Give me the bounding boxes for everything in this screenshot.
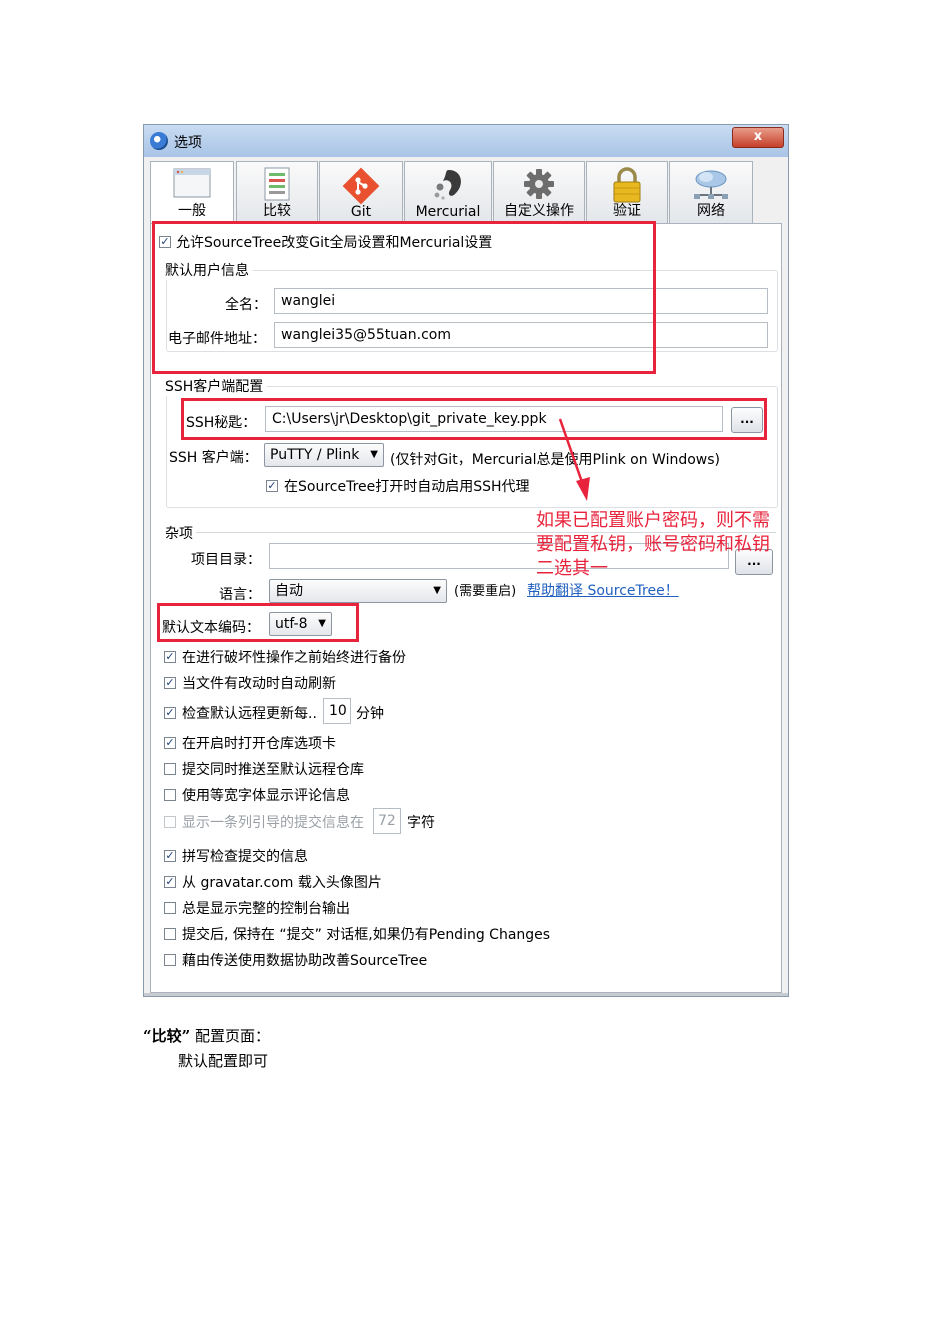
backup-checkbox[interactable]: ✓	[164, 651, 176, 663]
annotation-line-1: 如果已配置账户密码，则不需	[536, 510, 770, 531]
chevron-down-icon: ▼	[370, 449, 378, 460]
chars-suffix: 字符	[407, 815, 435, 831]
usage-data-checkbox[interactable]	[164, 954, 176, 966]
gear-icon	[524, 169, 554, 199]
full-console-checkbox[interactable]	[164, 902, 176, 914]
highlight-box-ssh-key	[181, 398, 767, 440]
tab-custom-actions-label: 自定义操作	[504, 203, 574, 219]
sourcetree-app-icon	[150, 132, 168, 150]
tab-compare-label: 比较	[263, 203, 291, 219]
open-repo-tabs-checkbox[interactable]: ✓	[164, 737, 176, 749]
mercurial-icon	[434, 170, 461, 200]
tab-network[interactable]: 网络	[669, 161, 753, 223]
annotation-line-2: 要配置私钥，账号密码和私钥	[536, 534, 770, 555]
column-guide-checkbox[interactable]	[164, 816, 176, 828]
annotation-arrow	[558, 418, 590, 501]
option-label: 从 gravatar.com 载入头像图片	[182, 875, 382, 891]
ssh-client-select[interactable]: PuTTY / Plink ▼	[264, 443, 384, 467]
git-icon	[342, 167, 380, 205]
tab-authentication-label: 验证	[613, 203, 641, 219]
ssh-client-value: PuTTY / Plink	[270, 447, 360, 463]
monospace-font-checkbox[interactable]	[164, 789, 176, 801]
gravatar-checkbox[interactable]: ✓	[164, 876, 176, 888]
ssh-agent-checkbox[interactable]: ✓	[266, 480, 278, 492]
option-label: 使用等宽字体显示评论信息	[182, 788, 350, 804]
highlight-box-user-info	[152, 221, 656, 374]
tab-general-label: 一般	[178, 203, 206, 219]
doc-note: 默认配置即可	[178, 1052, 269, 1070]
check-remote-minutes-input[interactable]: 10	[323, 698, 351, 724]
help-translate-link[interactable]: 帮助翻译 SourceTree！	[527, 580, 679, 600]
option-label: 拼写检查提交的信息	[182, 849, 308, 865]
tab-network-label: 网络	[697, 203, 725, 219]
tab-general[interactable]: 一般	[150, 161, 234, 223]
ssh-group-title: SSH客户端配置	[165, 376, 268, 396]
tab-authentication[interactable]: 验证	[586, 161, 668, 223]
ssh-client-label: SSH 客户端：	[169, 450, 258, 466]
chevron-down-icon: ▼	[433, 585, 441, 596]
doc-caption: “比较” 配置页面：	[143, 1025, 270, 1046]
misc-group-line	[196, 532, 776, 533]
check-remote-checkbox[interactable]: ✓	[164, 707, 176, 719]
option-label: 检查默认远程更新每..	[182, 706, 317, 722]
keep-commit-dialog-checkbox[interactable]	[164, 928, 176, 940]
option-label: 提交后, 保持在 “提交” 对话框,如果仍有Pending Changes	[182, 927, 551, 943]
misc-group-title: 杂项	[165, 526, 193, 542]
doc-caption-quote: “比较”	[143, 1027, 191, 1045]
option-label: 在进行破坏性操作之前始终进行备份	[182, 650, 406, 666]
language-value: 自动	[275, 583, 303, 599]
tab-mercurial[interactable]: Mercurial	[404, 161, 492, 223]
column-guide-input[interactable]: 72	[373, 808, 401, 834]
tab-git-label: Git	[350, 204, 372, 220]
push-on-commit-checkbox[interactable]	[164, 763, 176, 775]
tab-mercurial-label: Mercurial	[415, 204, 481, 220]
tab-compare[interactable]: 比较	[236, 161, 318, 223]
close-button[interactable]: x	[732, 127, 784, 148]
language-select[interactable]: 自动 ▼	[269, 579, 447, 603]
tab-custom-actions[interactable]: 自定义操作	[493, 161, 585, 223]
language-label: 语言：	[219, 587, 261, 603]
option-label: 总是显示完整的控制台输出	[182, 901, 350, 917]
tab-git[interactable]: Git	[319, 161, 403, 223]
option-label: 提交同时推送至默认远程仓库	[182, 762, 364, 778]
project-dir-label: 项目目录：	[191, 552, 261, 568]
dialog-title: 选项	[174, 135, 202, 151]
dialog-bottom-edge	[144, 993, 788, 996]
option-label: 藉由传送使用数据协助改善SourceTree	[182, 953, 428, 969]
title-bar: 选项 x	[144, 125, 788, 157]
restart-note: (需要重启)	[454, 584, 517, 599]
compare-icon	[264, 167, 290, 201]
spellcheck-checkbox[interactable]: ✓	[164, 850, 176, 862]
annotation-line-3: 二选其一	[536, 558, 608, 579]
auto-refresh-checkbox[interactable]: ✓	[164, 677, 176, 689]
doc-caption-rest: 配置页面：	[190, 1027, 271, 1045]
minutes-suffix: 分钟	[356, 706, 384, 722]
lock-icon	[613, 167, 641, 203]
option-label: 在开启时打开仓库选项卡	[182, 736, 336, 752]
highlight-box-encoding	[157, 603, 359, 642]
option-label: 当文件有改动时自动刷新	[182, 676, 336, 692]
option-label: 显示一条列引导的提交信息在	[182, 815, 364, 831]
window-icon	[173, 168, 211, 198]
ssh-agent-label: 在SourceTree打开时自动启用SSH代理	[284, 479, 530, 495]
network-icon	[694, 170, 728, 199]
